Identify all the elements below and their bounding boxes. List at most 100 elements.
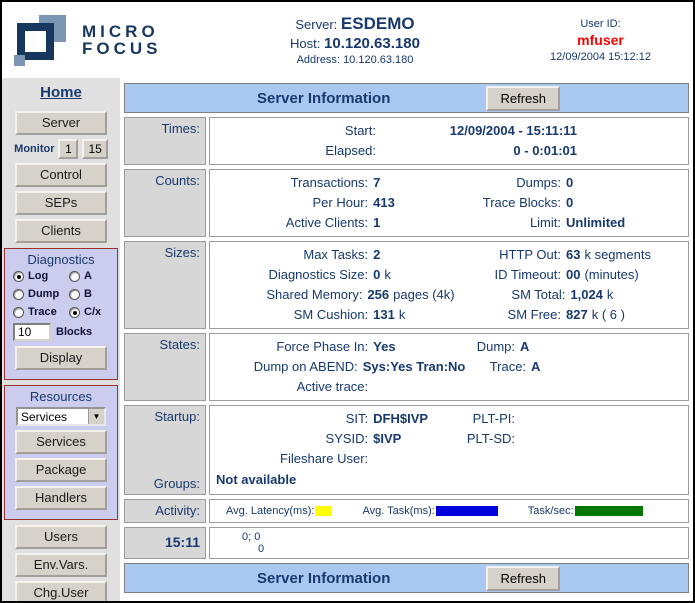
monitor-1-button[interactable]: 1 bbox=[58, 139, 78, 159]
refresh-button-top[interactable]: Refresh bbox=[486, 86, 560, 111]
radio-cx[interactable]: C/x bbox=[69, 306, 113, 318]
radio-trace-icon[interactable] bbox=[13, 307, 24, 318]
diagnostics-panel: Diagnostics Log A Dump bbox=[4, 248, 118, 380]
package-button[interactable]: Package bbox=[15, 458, 107, 482]
blocks-label: Blocks bbox=[56, 326, 92, 338]
fileshare-user-value bbox=[373, 449, 450, 469]
radio-a-icon[interactable] bbox=[69, 271, 80, 282]
blocks-input[interactable] bbox=[13, 323, 51, 341]
radio-b-icon[interactable] bbox=[69, 289, 80, 300]
users-button[interactable]: Users bbox=[15, 525, 107, 549]
activity-label: Activity: bbox=[124, 499, 206, 523]
dumps-value: 0 bbox=[566, 173, 686, 193]
startup-label: Startup: bbox=[130, 409, 200, 424]
radio-log-icon[interactable] bbox=[13, 271, 24, 282]
resources-panel: Resources Services ▼ Services Package Ha… bbox=[4, 385, 118, 520]
page-title-bottom: Server Information bbox=[257, 570, 390, 587]
logo-line1: MICRO bbox=[82, 23, 162, 40]
plt-sd-value bbox=[520, 429, 686, 449]
microfocus-logo-text: MICRO FOCUS bbox=[82, 23, 162, 57]
max-tasks-value: 2 bbox=[373, 247, 380, 262]
logo-line2: FOCUS bbox=[82, 40, 162, 57]
elapsed-time-value: 0 - 0:01:01 bbox=[382, 141, 577, 161]
radio-dump-icon[interactable] bbox=[13, 289, 24, 300]
resources-select[interactable]: Services ▼ bbox=[16, 407, 106, 426]
address-value: 10.120.63.180 bbox=[343, 54, 413, 66]
home-link[interactable]: Home bbox=[40, 84, 82, 101]
seps-button[interactable]: SEPs bbox=[15, 191, 107, 215]
radio-a[interactable]: A bbox=[69, 270, 113, 282]
server-button[interactable]: Server bbox=[15, 111, 107, 135]
timeslot-row: 15:11 0; 0 0 bbox=[124, 527, 689, 559]
chevron-down-icon[interactable]: ▼ bbox=[88, 409, 104, 424]
monitor-label: Monitor bbox=[14, 143, 54, 155]
chguser-button[interactable]: Chg.User bbox=[15, 581, 107, 603]
active-trace-value bbox=[373, 377, 450, 397]
activity-row: Activity: Avg. Latency(ms): Avg. Task(ms… bbox=[124, 499, 689, 523]
sm-total-value: 1,024 bbox=[570, 287, 603, 302]
diagnostics-title: Diagnostics bbox=[5, 252, 117, 267]
http-out-value: 63 bbox=[566, 247, 580, 262]
counts-label: Counts: bbox=[124, 169, 206, 237]
transactions-value: 7 bbox=[373, 173, 446, 193]
states-label: States: bbox=[124, 333, 206, 401]
monitor-15-button[interactable]: 15 bbox=[82, 139, 107, 159]
start-time-value: 12/09/2004 - 15:11:11 bbox=[382, 121, 577, 141]
sidebar: Home Server Monitor 1 15 Control SEPs Cl… bbox=[2, 78, 120, 603]
shared-memory-value: 256 bbox=[367, 287, 389, 302]
legend-avg-latency: Avg. Latency(ms): bbox=[226, 505, 332, 517]
id-timeout-value: 00 bbox=[566, 267, 580, 282]
radio-b[interactable]: B bbox=[69, 288, 113, 300]
timestamp: 12/09/2004 15:12:12 bbox=[518, 51, 683, 63]
page-header: MICRO FOCUS Server: ESDEMO Host: 10.120.… bbox=[2, 2, 693, 78]
force-phase-in-value: Yes bbox=[373, 337, 450, 357]
times-row: Times: Start:12/09/2004 - 15:11:11 Elaps… bbox=[124, 117, 689, 165]
timeslot-label: 15:11 bbox=[124, 527, 206, 559]
envvars-button[interactable]: Env.Vars. bbox=[15, 553, 107, 577]
counts-row: Counts: Transactions:7Dumps:0 Per Hour:4… bbox=[124, 169, 689, 237]
main-content: Server Information Refresh Times: Start:… bbox=[120, 78, 693, 603]
user-info: User ID: mfuser 12/09/2004 15:12:12 bbox=[518, 18, 693, 63]
task-color-chip bbox=[436, 506, 498, 516]
times-label: Times: bbox=[124, 117, 206, 165]
microfocus-logo-icon bbox=[14, 14, 72, 66]
timeslot-line2: 0 bbox=[212, 543, 686, 555]
groups-value: Not available bbox=[212, 469, 686, 491]
sysid-value: $IVP bbox=[373, 429, 450, 449]
sit-value: DFH$IVP bbox=[373, 409, 450, 429]
bottom-title-bar: Server Information Refresh bbox=[124, 563, 689, 593]
legend-avg-task: Avg. Task(ms): bbox=[362, 505, 497, 517]
radio-trace[interactable]: Trace bbox=[13, 306, 69, 318]
sizes-row: Sizes: Max Tasks:2HTTP Out:63k segments … bbox=[124, 241, 689, 329]
latency-color-chip bbox=[315, 506, 332, 516]
plt-pi-value bbox=[520, 409, 686, 429]
task-sec-color-chip bbox=[575, 506, 643, 516]
dump-state-value: A bbox=[520, 337, 686, 357]
address-label: Address: bbox=[297, 54, 340, 66]
trace-blocks-value: 0 bbox=[566, 193, 686, 213]
server-name: ESDEMO bbox=[341, 14, 415, 33]
clients-button[interactable]: Clients bbox=[15, 219, 107, 243]
states-row: States: Force Phase In:YesDump:A Dump on… bbox=[124, 333, 689, 401]
refresh-button-bottom[interactable]: Refresh bbox=[486, 566, 560, 591]
control-button[interactable]: Control bbox=[15, 163, 107, 187]
display-button[interactable]: Display bbox=[15, 346, 107, 370]
radio-cx-icon[interactable] bbox=[69, 307, 80, 318]
handlers-button[interactable]: Handlers bbox=[15, 486, 107, 510]
resources-title: Resources bbox=[5, 389, 117, 404]
startup-row: Startup: Groups: SIT:DFH$IVPPLT-PI: SYSI… bbox=[124, 405, 689, 495]
sm-free-value: 827 bbox=[566, 307, 588, 322]
server-label: Server: bbox=[295, 17, 337, 32]
timeslot-line1: 0; 0 bbox=[212, 531, 686, 543]
services-button[interactable]: Services bbox=[15, 430, 107, 454]
limit-value: Unlimited bbox=[566, 213, 686, 233]
radio-log[interactable]: Log bbox=[13, 270, 69, 282]
server-identity: Server: ESDEMO Host: 10.120.63.180 Addre… bbox=[192, 14, 518, 66]
sm-cushion-value: 131 bbox=[373, 307, 395, 322]
top-title-bar: Server Information Refresh bbox=[124, 83, 689, 113]
trace-state-value: A bbox=[531, 357, 686, 377]
resources-select-value: Services bbox=[18, 409, 88, 424]
legend-task-per-sec: Task/sec: bbox=[528, 505, 643, 517]
esmac-page: MICRO FOCUS Server: ESDEMO Host: 10.120.… bbox=[0, 0, 695, 603]
radio-dump[interactable]: Dump bbox=[13, 288, 69, 300]
